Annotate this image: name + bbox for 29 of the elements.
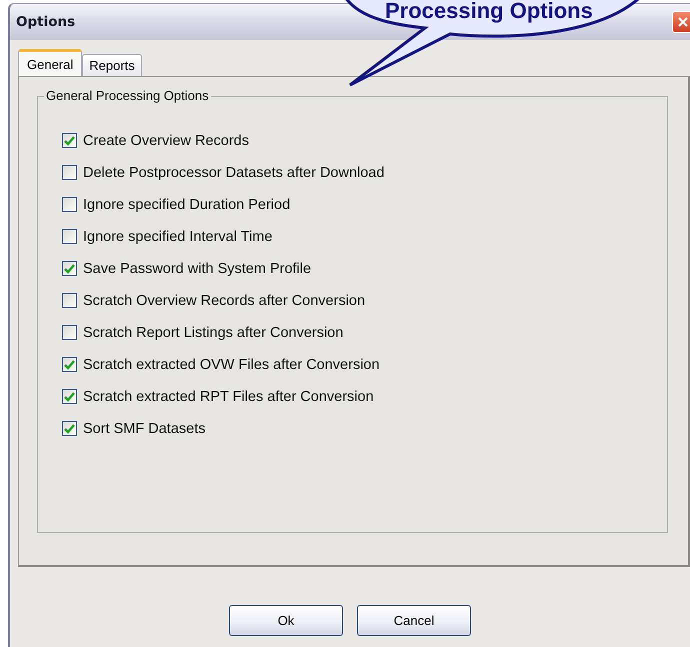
checkbox-option[interactable]: Ignore specified Interval Time	[62, 227, 667, 246]
tab[interactable]: Reports	[82, 54, 142, 76]
checkbox[interactable]	[62, 389, 77, 404]
checkbox[interactable]	[62, 133, 77, 148]
checkbox[interactable]	[62, 229, 77, 244]
close-button[interactable]	[672, 11, 690, 33]
checkbox[interactable]	[62, 357, 77, 372]
checkbox-option[interactable]: Scratch extracted RPT Files after Conversion	[62, 387, 667, 406]
group-title: General Processing Options	[44, 88, 211, 103]
checkbox-option[interactable]: Create Overview Records	[62, 131, 667, 150]
checkbox[interactable]	[62, 293, 77, 308]
close-icon	[678, 17, 688, 27]
checkbox[interactable]	[62, 325, 77, 340]
checkbox-option[interactable]: Sort SMF Datasets	[62, 419, 667, 438]
checkbox-option[interactable]: Scratch Overview Records after Conversion	[62, 291, 667, 310]
checkbox-option[interactable]: Save Password with System Profile	[62, 259, 667, 278]
checkbox-option[interactable]: Ignore specified Duration Period	[62, 195, 667, 214]
checkbox-option[interactable]: Scratch Report Listings after Conversion	[62, 323, 667, 342]
dialog-button[interactable]: Cancel	[357, 605, 471, 636]
window-title: Options	[16, 14, 76, 30]
tab[interactable]: General	[18, 49, 82, 76]
checkbox[interactable]	[62, 165, 77, 180]
checkbox[interactable]	[62, 421, 77, 436]
checkbox[interactable]	[62, 197, 77, 212]
checkbox-option[interactable]: Delete Postprocessor Datasets after Download	[62, 163, 667, 182]
callout-text: Processing Options	[385, 0, 593, 22]
dialog-button[interactable]: Ok	[229, 605, 343, 636]
checkbox[interactable]	[62, 261, 77, 276]
checkbox-option[interactable]: Scratch extracted OVW Files after Conversion	[62, 355, 667, 374]
